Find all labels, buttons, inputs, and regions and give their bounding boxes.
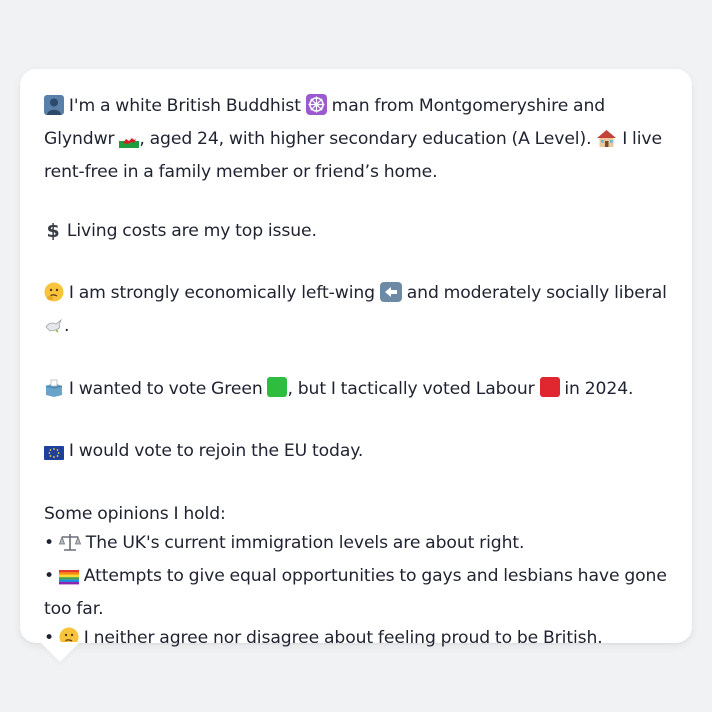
left-arrow-icon	[379, 282, 402, 312]
person-silhouette-icon	[44, 95, 64, 125]
issue-text: Living costs are my top issue.	[66, 220, 317, 241]
ideology-paragraph: I am strongly economically left-wing and…	[44, 279, 668, 345]
identity-paragraph: I'm a white British Buddhist man from Mo…	[44, 92, 668, 188]
opinion-item-text: The UK's current immigration levels are …	[85, 532, 525, 553]
opinion-item-text: Attempts to give equal opportunities to …	[44, 565, 667, 620]
message-bubble: I'm a white British Buddhist man from Mo…	[20, 69, 692, 648]
dharma-wheel-icon	[305, 94, 327, 125]
green-square-icon	[267, 376, 288, 397]
house-icon	[596, 128, 617, 158]
rainbow-flag-icon	[58, 566, 79, 595]
ideology-text-3: .	[64, 316, 70, 337]
ballot-box-icon	[44, 378, 64, 408]
bullet: •	[44, 565, 55, 586]
eu-paragraph: I would vote to rejoin the EU today.	[44, 437, 668, 470]
vote-text-2: , but I tactically voted Labour	[287, 378, 535, 399]
opinions-heading: Some opinions I hold:	[44, 503, 226, 524]
eu-flag-icon	[44, 441, 64, 470]
bubble-tail	[40, 642, 80, 662]
opinions-section: Some opinions I hold: • The UK's current…	[44, 500, 668, 658]
message-text: I'm a white British Buddhist man from Mo…	[44, 92, 668, 658]
svg-text:$: $	[46, 220, 59, 240]
identity-text-3: , aged 24, with higher secondary educati…	[139, 129, 592, 150]
identity-text-1: I'm a white British Buddhist	[68, 96, 301, 116]
ideology-text-1: I am strongly economically left-wing	[68, 283, 375, 304]
eu-text: I would vote to rejoin the EU today.	[68, 441, 364, 462]
vote-text-3: in 2024.	[564, 378, 634, 399]
dove-icon	[44, 316, 64, 345]
bullet: •	[44, 532, 55, 553]
wales-flag-icon	[119, 129, 140, 158]
balance-scale-icon	[58, 532, 81, 562]
issue-paragraph: $ Living costs are my top issue.	[44, 217, 668, 250]
vote-text-1: I wanted to vote Green	[68, 378, 263, 399]
vote-paragraph: I wanted to vote Green , but I tacticall…	[44, 375, 668, 408]
red-square-icon	[539, 376, 560, 397]
dollar-sign-icon: $	[44, 220, 62, 250]
ideology-text-2: and moderately socially liberal	[406, 283, 667, 304]
opinion-item-text: I neither agree nor disagree about feeli…	[83, 628, 603, 649]
thinking-face-icon	[44, 282, 64, 312]
